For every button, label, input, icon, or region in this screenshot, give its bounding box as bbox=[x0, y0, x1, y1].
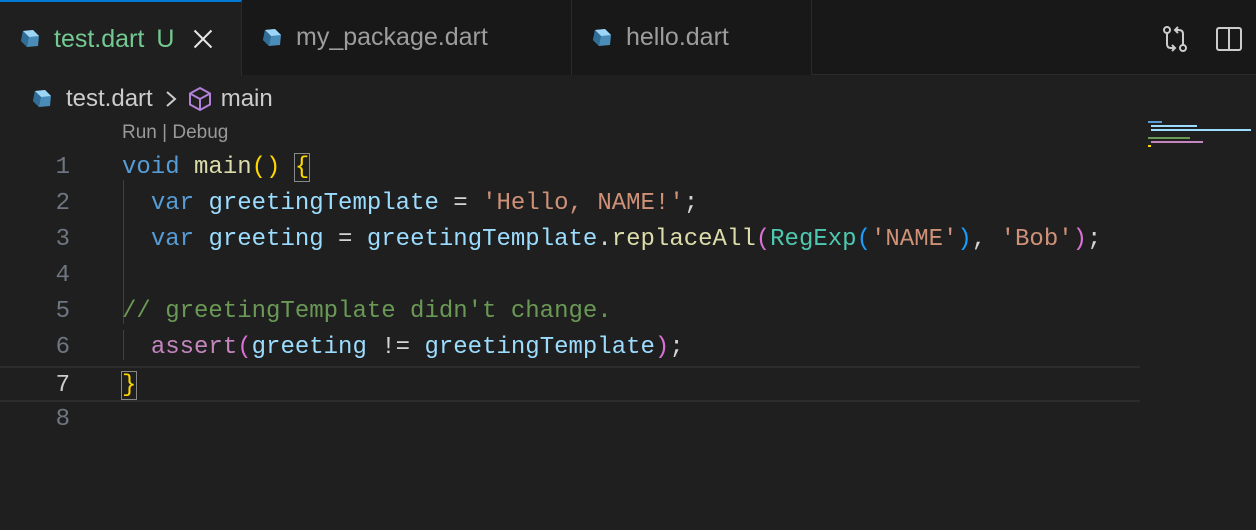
token-paren: ) bbox=[654, 334, 670, 361]
token-operator: != bbox=[366, 334, 425, 361]
token-paren: ) bbox=[957, 226, 972, 253]
tab-my-package-dart[interactable]: my_package.dart bbox=[242, 0, 572, 75]
token-punct: ; bbox=[1087, 226, 1102, 253]
minimap-line bbox=[1148, 137, 1190, 139]
method-cube-icon bbox=[188, 86, 211, 112]
token-keyword: var bbox=[150, 190, 195, 217]
token-function: main bbox=[194, 154, 252, 181]
tab-hello-dart[interactable]: hello.dart bbox=[572, 0, 812, 75]
run-codelens[interactable]: Run bbox=[122, 122, 157, 143]
line-number: 8 bbox=[55, 406, 70, 433]
token-brace: } bbox=[120, 371, 138, 400]
chevron-right-icon bbox=[166, 91, 177, 107]
untracked-badge: U bbox=[156, 24, 175, 53]
line-number: 3 bbox=[55, 226, 70, 253]
minimap[interactable] bbox=[1140, 115, 1256, 530]
token-keyword: assert bbox=[150, 334, 238, 361]
token-string: 'Hello, NAME!' bbox=[482, 190, 684, 217]
line-number: 2 bbox=[55, 190, 70, 217]
line-number: 6 bbox=[55, 334, 70, 361]
debug-codelens[interactable]: Debug bbox=[172, 122, 228, 143]
token-paren: ) bbox=[1072, 226, 1088, 253]
token-paren: ( bbox=[237, 334, 252, 361]
split-editor-icon[interactable] bbox=[1214, 24, 1244, 54]
token-string: 'Bob' bbox=[1000, 226, 1073, 253]
token-keyword: var bbox=[150, 226, 195, 253]
token-string: 'NAME' bbox=[870, 226, 958, 253]
minimap-line bbox=[1151, 129, 1251, 131]
token-brace: { bbox=[293, 153, 311, 182]
token-punct: ; bbox=[669, 334, 684, 361]
minimap-line bbox=[1148, 145, 1151, 147]
code-line[interactable]: 5 // greetingTemplate didn't change. bbox=[0, 294, 1140, 330]
line-number: 7 bbox=[55, 372, 70, 399]
token-paren: ( bbox=[755, 226, 771, 253]
code-line[interactable]: 6 assert(greeting != greetingTemplate); bbox=[0, 330, 1140, 366]
token-operator: = bbox=[438, 190, 483, 217]
editor-actions bbox=[1160, 24, 1244, 54]
code-editor[interactable]: 1 void main() { 2 var greetingTemplate =… bbox=[0, 150, 1140, 438]
codelens-separator: | bbox=[156, 122, 173, 143]
open-changes-icon[interactable] bbox=[1160, 24, 1190, 54]
token-variable: greetingTemplate bbox=[424, 334, 655, 361]
code-line[interactable]: 4 bbox=[0, 258, 1140, 294]
token-punct: . bbox=[597, 226, 612, 253]
tab-label: test.dart bbox=[54, 24, 145, 53]
code-line[interactable]: 2 var greetingTemplate = 'Hello, NAME!'; bbox=[0, 186, 1140, 222]
code-line[interactable]: 3 var greeting = greetingTemplate.replac… bbox=[0, 222, 1140, 258]
token-type: RegExp bbox=[770, 226, 857, 253]
breadcrumb-symbol[interactable]: main bbox=[221, 85, 273, 113]
token-paren: ( bbox=[856, 226, 871, 253]
dart-icon bbox=[263, 28, 281, 46]
minimap-line bbox=[1151, 141, 1203, 143]
breadcrumb: test.dart main bbox=[30, 82, 273, 116]
token-punct: , bbox=[971, 226, 1001, 253]
token-punct: ; bbox=[683, 190, 699, 217]
tab-label: my_package.dart bbox=[296, 23, 488, 51]
dart-icon bbox=[33, 90, 51, 107]
close-icon[interactable] bbox=[192, 28, 214, 50]
breadcrumb-file[interactable]: test.dart bbox=[66, 85, 153, 113]
token-operator: = bbox=[323, 226, 367, 253]
minimap-line bbox=[1148, 121, 1162, 123]
code-line[interactable]: 8 bbox=[0, 402, 1140, 438]
line-number: 4 bbox=[55, 262, 70, 289]
tab-test-dart[interactable]: test.dart U bbox=[0, 0, 242, 76]
token-variable: greeting bbox=[251, 334, 367, 361]
tab-bar: test.dart U my_package.dart hello.dart bbox=[0, 0, 1256, 76]
token-function: replaceAll bbox=[611, 226, 756, 253]
token-variable: greeting bbox=[208, 226, 324, 253]
codelens: Run | Debug bbox=[122, 122, 228, 144]
tab-label: hello.dart bbox=[626, 23, 729, 51]
token-keyword: void bbox=[122, 154, 180, 181]
line-number: 5 bbox=[55, 298, 70, 325]
code-line-current[interactable]: 7 } bbox=[0, 366, 1140, 402]
code-line[interactable]: 1 void main() { bbox=[0, 150, 1140, 186]
token-paren: () bbox=[251, 154, 281, 181]
dart-icon bbox=[593, 28, 611, 46]
dart-icon bbox=[21, 30, 39, 47]
line-number: 1 bbox=[55, 154, 70, 181]
minimap-line bbox=[1151, 125, 1197, 127]
token-variable: greetingTemplate bbox=[366, 226, 598, 253]
token-variable: greetingTemplate bbox=[208, 190, 439, 217]
token-comment: // greetingTemplate didn't change. bbox=[122, 298, 612, 325]
